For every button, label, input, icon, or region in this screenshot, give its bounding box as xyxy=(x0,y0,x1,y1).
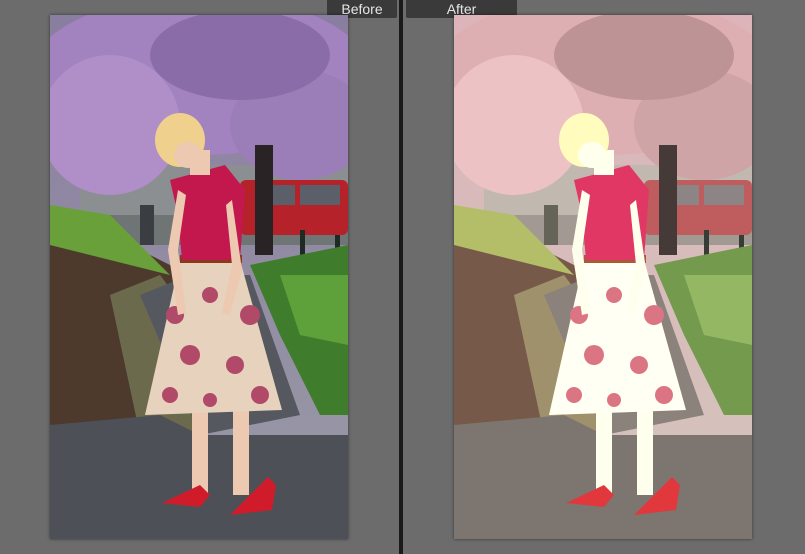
before-pane: Before xyxy=(0,0,399,554)
before-photo-scene xyxy=(50,15,348,539)
after-photo-scene xyxy=(454,15,752,539)
after-photo[interactable] xyxy=(454,15,752,539)
before-photo[interactable] xyxy=(50,15,348,539)
after-pane: After xyxy=(403,0,805,554)
